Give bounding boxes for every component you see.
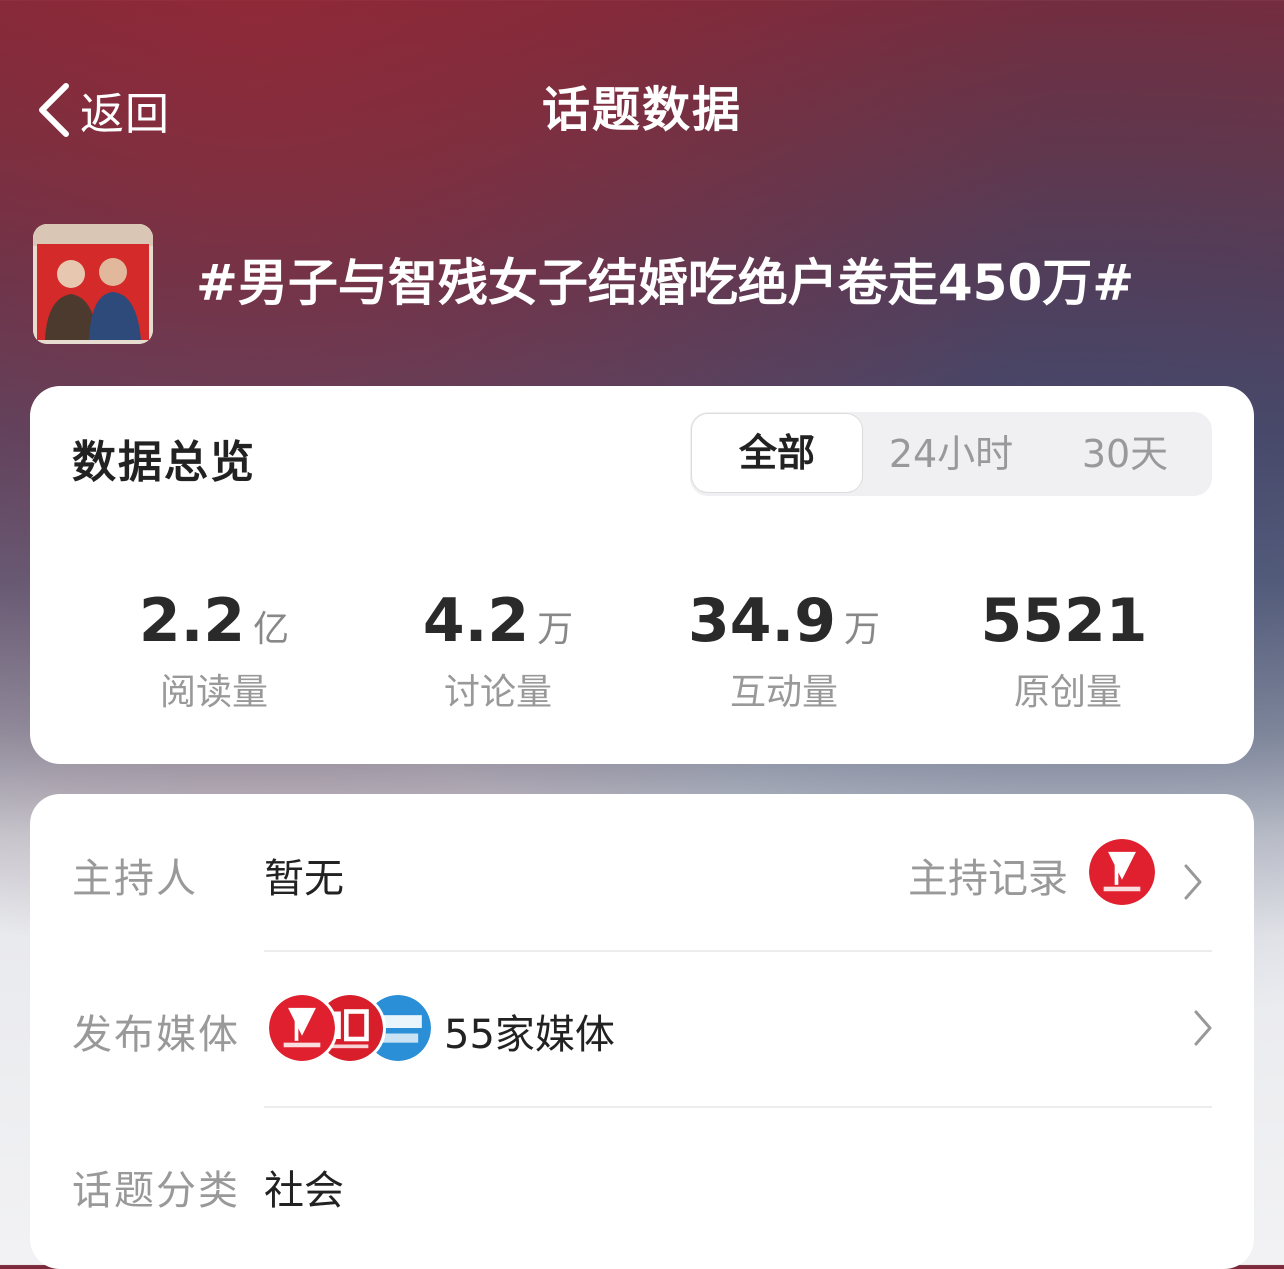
- stat-reads: 2.2 亿 阅读量: [74, 586, 354, 719]
- tab-30d[interactable]: 30天: [1038, 412, 1212, 496]
- category-label: 话题分类: [72, 1168, 240, 1214]
- chevron-right-icon[interactable]: [1192, 1008, 1214, 1048]
- tab-all[interactable]: 全部: [692, 414, 862, 492]
- stat-originals-label: 原创量: [1013, 672, 1122, 713]
- kankan-news-logo[interactable]: [1086, 836, 1158, 908]
- topic-thumbnail: [33, 224, 153, 344]
- topic-title: #男子与智残女子结婚吃绝户卷走450万#: [196, 254, 1135, 312]
- stat-interactions-unit: 万: [844, 609, 881, 650]
- stat-originals-value: 5521: [980, 586, 1148, 656]
- stat-interactions-value: 34.9: [687, 586, 837, 656]
- stat-reads-label: 阅读量: [159, 672, 268, 713]
- host-record-link[interactable]: 主持记录: [908, 846, 1068, 904]
- media-label: 发布媒体: [72, 1012, 240, 1058]
- stat-originals: 5521 原创量: [928, 586, 1208, 719]
- media-count[interactable]: 55家媒体: [444, 1002, 615, 1060]
- category-value: 社会: [264, 1168, 344, 1214]
- stat-discussions-label: 讨论量: [443, 672, 552, 713]
- stat-discussions: 4.2 万 讨论量: [358, 586, 638, 719]
- time-range-tabs: 全部 24小时 30天: [690, 412, 1212, 496]
- stat-reads-unit: 亿: [253, 609, 290, 650]
- stat-discussions-value: 4.2: [422, 586, 530, 656]
- stat-interactions: 34.9 万 互动量: [644, 586, 924, 719]
- chevron-right-icon: [1184, 864, 1202, 900]
- host-value: 暂无: [264, 856, 344, 902]
- stat-reads-value: 2.2: [138, 586, 246, 656]
- info-card: 主持人 暂无 主持记录 发布媒体 55家媒体 话题分类 社会: [30, 794, 1254, 1269]
- overview-card: 数据总览 全部 24小时 30天 2.2 亿 阅读量 4.2 万 讨论量 34.9 万…: [30, 386, 1254, 764]
- overview-title: 数据总览: [72, 437, 256, 488]
- page-title: 话题数据: [541, 82, 742, 138]
- divider: [264, 1106, 1212, 1108]
- tab-24h[interactable]: 24小时: [864, 412, 1038, 496]
- kankan-news-logo: [266, 992, 338, 1064]
- stat-discussions-unit: 万: [537, 609, 574, 650]
- divider: [264, 950, 1212, 952]
- host-label: 主持人: [72, 856, 198, 902]
- stat-interactions-label: 互动量: [729, 672, 838, 713]
